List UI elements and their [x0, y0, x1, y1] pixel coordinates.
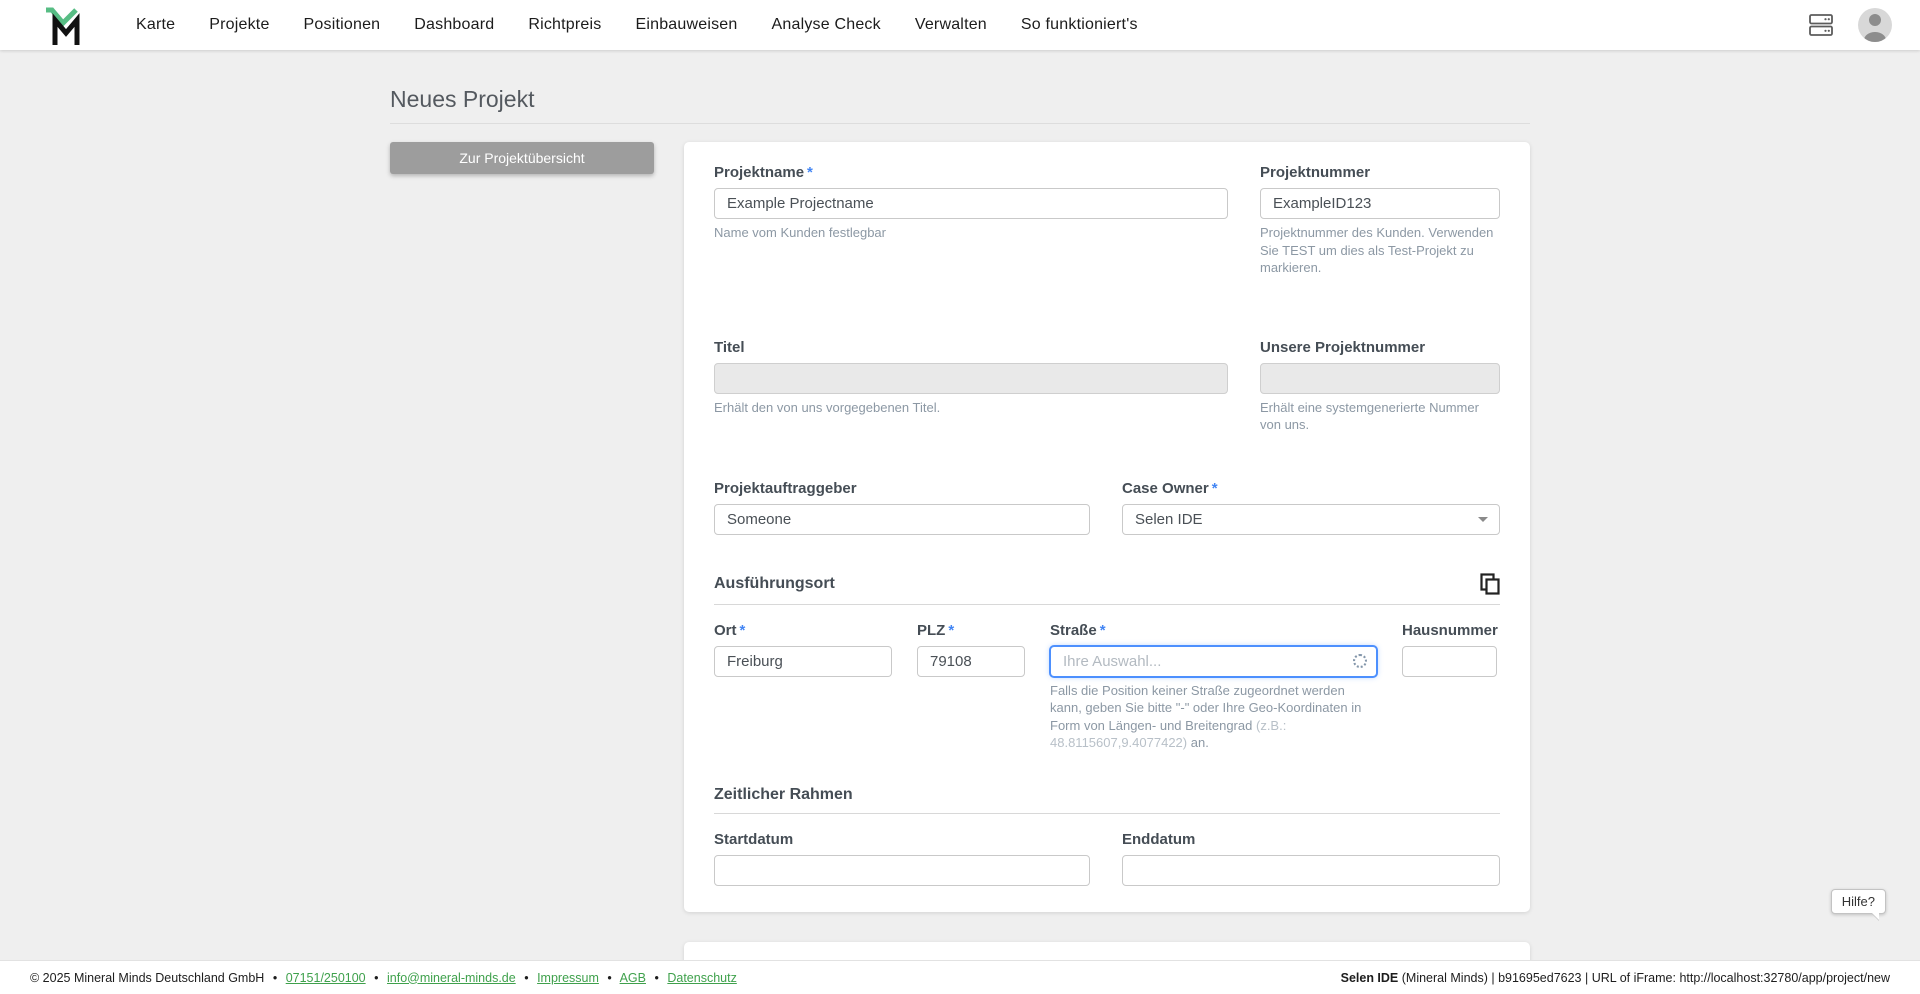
footer-user-name: Selen IDE [1341, 971, 1399, 985]
zeitlicher-rahmen-heading: Zeitlicher Rahmen [714, 786, 853, 804]
page-title: Neues Projekt [390, 86, 1530, 124]
nav-item-positionen[interactable]: Positionen [304, 16, 381, 34]
ausfuehrungsort-section-header: Ausführungsort [714, 573, 1500, 605]
startdatum-input[interactable] [714, 855, 1090, 886]
projektnummer-input[interactable] [1260, 188, 1500, 219]
case-owner-select[interactable]: Selen IDE [1122, 504, 1500, 535]
footer-link-datenschutz[interactable]: Datenschutz [667, 971, 736, 985]
unsere-projektnummer-group: Unsere Projektnummer Erhält eine systemg… [1260, 339, 1500, 434]
strasse-group: Straße* Falls die Position keiner Straße… [1050, 622, 1377, 752]
enddatum-input[interactable] [1122, 855, 1500, 886]
nav-item-so-funktionierts[interactable]: So funktioniert's [1021, 16, 1138, 34]
copyright-text: © 2025 Mineral Minds Deutschland GmbH [30, 971, 264, 985]
hausnummer-group: Hausnummer [1402, 622, 1497, 752]
projektnummer-label: Projektnummer [1260, 164, 1500, 181]
footer-session-details: (Mineral Minds) | b91695ed7623 | URL of … [1398, 971, 1890, 985]
zur-projektuebersicht-button[interactable]: Zur Projektübersicht [390, 142, 654, 174]
titel-hint: Erhält den von uns vorgegebenen Titel. [714, 399, 1228, 417]
hausnummer-input[interactable] [1402, 646, 1497, 677]
projektauftraggeber-input[interactable] [714, 504, 1090, 535]
footer-link-agb[interactable]: AGB [620, 971, 646, 985]
footer-left: © 2025 Mineral Minds Deutschland GmbH • … [30, 971, 737, 985]
plz-group: PLZ* [917, 622, 1025, 752]
copy-icon[interactable] [1480, 573, 1500, 595]
zeitlicher-rahmen-section-header: Zeitlicher Rahmen [714, 786, 1500, 814]
projektnummer-group: Projektnummer Projektnummer des Kunden. … [1260, 164, 1500, 277]
projektauftraggeber-label: Projektauftraggeber [714, 480, 1090, 497]
nav-item-verwalten[interactable]: Verwalten [915, 16, 987, 34]
ort-label: Ort* [714, 622, 892, 639]
titel-group: Titel Erhält den von uns vorgegebenen Ti… [714, 339, 1228, 434]
footer-link-impressum[interactable]: Impressum [537, 971, 599, 985]
projektname-input[interactable] [714, 188, 1228, 219]
enddatum-group: Enddatum [1122, 831, 1500, 886]
ort-input[interactable] [714, 646, 892, 677]
projektname-hint: Name vom Kunden festlegbar [714, 224, 1228, 242]
main-content: Neues Projekt Zur Projektübersicht Proje… [0, 50, 1920, 960]
server-icon[interactable] [1808, 12, 1834, 38]
top-navbar: Karte Projekte Positionen Dashboard Rich… [0, 0, 1920, 50]
required-marker: * [807, 164, 813, 181]
projektname-label: Projektname* [714, 164, 1228, 181]
case-owner-group: Case Owner* Selen IDE [1122, 480, 1500, 535]
case-owner-label: Case Owner* [1122, 480, 1500, 497]
plz-input[interactable] [917, 646, 1025, 677]
nav-item-karte[interactable]: Karte [136, 16, 175, 34]
unsere-projektnummer-input [1260, 363, 1500, 394]
nav-item-projekte[interactable]: Projekte [209, 16, 269, 34]
required-marker: * [1100, 622, 1106, 639]
ort-group: Ort* [714, 622, 892, 752]
left-action-column: Zur Projektübersicht [390, 142, 654, 174]
projektnummer-hint: Projektnummer des Kunden. Verwenden Sie … [1260, 224, 1500, 277]
startdatum-group: Startdatum [714, 831, 1090, 886]
projektname-group: Projektname* Name vom Kunden festlegbar [714, 164, 1228, 277]
projektauftraggeber-group: Projektauftraggeber [714, 480, 1090, 535]
page-footer: © 2025 Mineral Minds Deutschland GmbH • … [0, 960, 1920, 994]
hilfe-button[interactable]: Hilfe? [1831, 889, 1886, 914]
strasse-label: Straße* [1050, 622, 1377, 639]
user-avatar-icon[interactable] [1858, 8, 1892, 42]
titel-label: Titel [714, 339, 1228, 356]
unsere-projektnummer-hint: Erhält eine systemgenerierte Nummer von … [1260, 399, 1500, 434]
nav-item-analyse-check[interactable]: Analyse Check [772, 16, 881, 34]
required-marker: * [1212, 480, 1218, 497]
firmendaten-card: Firmendaten [684, 942, 1530, 960]
footer-link-email[interactable]: info@mineral-minds.de [387, 971, 516, 985]
case-owner-value: Selen IDE [1135, 511, 1203, 528]
plz-label: PLZ* [917, 622, 1025, 639]
nav-menu: Karte Projekte Positionen Dashboard Rich… [136, 16, 1138, 34]
nav-item-dashboard[interactable]: Dashboard [414, 16, 494, 34]
footer-session-info: Selen IDE (Mineral Minds) | b91695ed7623… [1341, 971, 1890, 985]
nav-item-richtpreis[interactable]: Richtpreis [528, 16, 601, 34]
required-marker: * [740, 622, 746, 639]
nav-item-einbauweisen[interactable]: Einbauweisen [635, 16, 737, 34]
hausnummer-label: Hausnummer [1402, 622, 1497, 639]
logo-icon [41, 3, 85, 47]
unsere-projektnummer-label: Unsere Projektnummer [1260, 339, 1500, 356]
footer-link-phone[interactable]: 07151/250100 [286, 971, 366, 985]
strasse-hint: Falls die Position keiner Straße zugeord… [1050, 682, 1377, 752]
ausfuehrungsort-heading: Ausführungsort [714, 575, 835, 593]
nav-right-icons [1808, 8, 1892, 42]
startdatum-label: Startdatum [714, 831, 1090, 848]
titel-input [714, 363, 1228, 394]
project-form-card: Projektname* Name vom Kunden festlegbar … [684, 142, 1530, 912]
enddatum-label: Enddatum [1122, 831, 1500, 848]
mineral-minds-logo[interactable] [40, 2, 86, 48]
strasse-input[interactable] [1050, 646, 1377, 677]
required-marker: * [948, 622, 954, 639]
chevron-down-icon [1478, 517, 1488, 522]
